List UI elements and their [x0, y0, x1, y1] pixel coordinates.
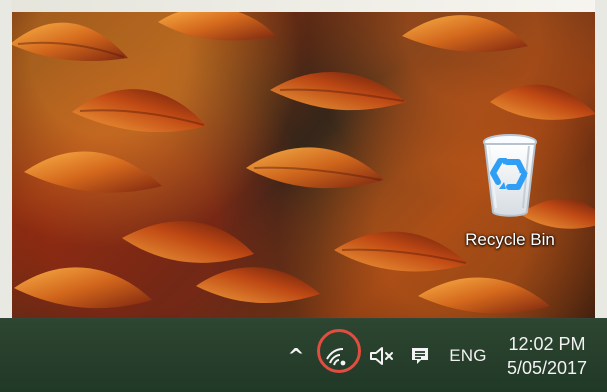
network-button[interactable]	[313, 319, 365, 392]
wifi-icon	[326, 348, 346, 366]
clock-date: 5/05/2017	[506, 358, 588, 378]
volume-button[interactable]	[365, 319, 399, 392]
chevron-up-icon: ^	[287, 344, 305, 368]
desktop-left-border	[0, 0, 12, 318]
action-center-icon	[412, 348, 428, 364]
clock-button[interactable]: 12:02 PM 5/05/2017	[495, 319, 599, 392]
desktop-screen: Recycle Bin ^ ENG 12:02 PM 5/05/2017	[0, 0, 607, 392]
taskbar: ^ ENG 12:02 PM 5/05/2017	[0, 318, 607, 392]
show-hidden-icons-button[interactable]: ^	[279, 319, 313, 392]
action-center-button[interactable]	[399, 319, 441, 392]
volume-muted-icon	[370, 347, 393, 365]
recycle-bin-icon	[483, 134, 537, 217]
system-tray: ^ ENG 12:02 PM 5/05/2017	[279, 319, 607, 392]
recycle-bin-label: Recycle Bin	[465, 230, 555, 249]
recycle-bin-shortcut[interactable]: Recycle Bin	[444, 132, 576, 268]
desktop-right-border	[595, 0, 607, 318]
language-indicator[interactable]: ENG	[441, 319, 495, 392]
desktop-top-border	[0, 0, 607, 12]
clock-time: 12:02 PM	[508, 334, 586, 354]
